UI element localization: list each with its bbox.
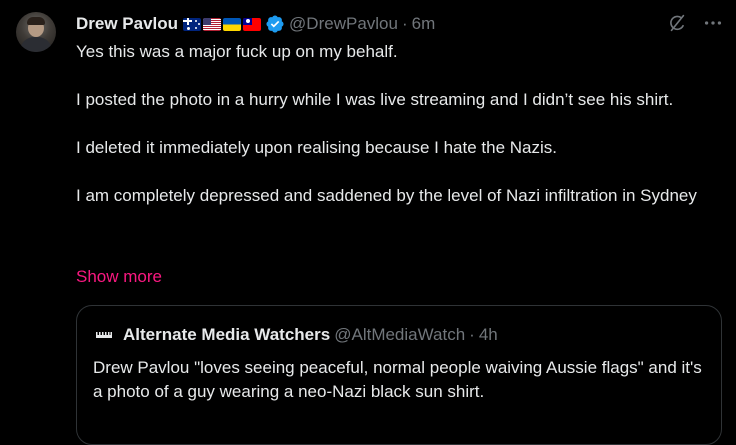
post-paragraph: Yes this was a major fuck up on my behal… xyxy=(76,42,398,61)
author-avatar[interactable] xyxy=(16,12,56,52)
flag-taiwan-icon xyxy=(243,17,262,31)
separator-dot: · xyxy=(401,14,408,33)
quoted-post-timestamp[interactable]: 4h xyxy=(479,325,498,345)
quoted-author-display-name[interactable]: Alternate Media Watchers xyxy=(123,325,330,345)
post-text: Yes this was a major fuck up on my behal… xyxy=(76,40,726,208)
quoted-author-avatar[interactable] xyxy=(93,324,115,346)
post-paragraph: I posted the photo in a hurry while I wa… xyxy=(76,90,674,109)
flag-australia-icon xyxy=(183,17,202,31)
post-paragraph: I am completely depressed and saddened b… xyxy=(76,186,697,205)
quoted-post-header: Alternate Media Watchers @AltMediaWatch … xyxy=(93,324,498,346)
post-paragraph: I deleted it immediately upon realising … xyxy=(76,138,557,157)
post-header: Drew Pavlou @DrewPavlou · 6m xyxy=(76,12,435,36)
quoted-post[interactable]: Alternate Media Watchers @AltMediaWatch … xyxy=(76,305,722,445)
more-options-icon[interactable] xyxy=(702,12,724,34)
post[interactable]: Drew Pavlou @DrewPavlou · 6m Yes this wa… xyxy=(0,0,736,445)
show-more-link[interactable]: Show more xyxy=(76,265,162,289)
separator-dot: · xyxy=(469,325,475,344)
verified-badge-icon[interactable] xyxy=(265,14,285,34)
post-actions xyxy=(652,12,724,34)
post-timestamp[interactable]: 6m xyxy=(412,13,436,35)
quoted-author-handle[interactable]: @AltMediaWatch xyxy=(334,325,465,345)
flag-usa-icon xyxy=(203,17,222,31)
author-flags xyxy=(183,17,263,31)
author-handle[interactable]: @DrewPavlou xyxy=(289,13,398,35)
flag-ukraine-icon xyxy=(223,17,242,31)
quoted-post-text: Drew Pavlou "loves seeing peaceful, norm… xyxy=(93,358,702,401)
author-display-name[interactable]: Drew Pavlou xyxy=(76,13,178,35)
grok-icon[interactable] xyxy=(666,12,688,34)
